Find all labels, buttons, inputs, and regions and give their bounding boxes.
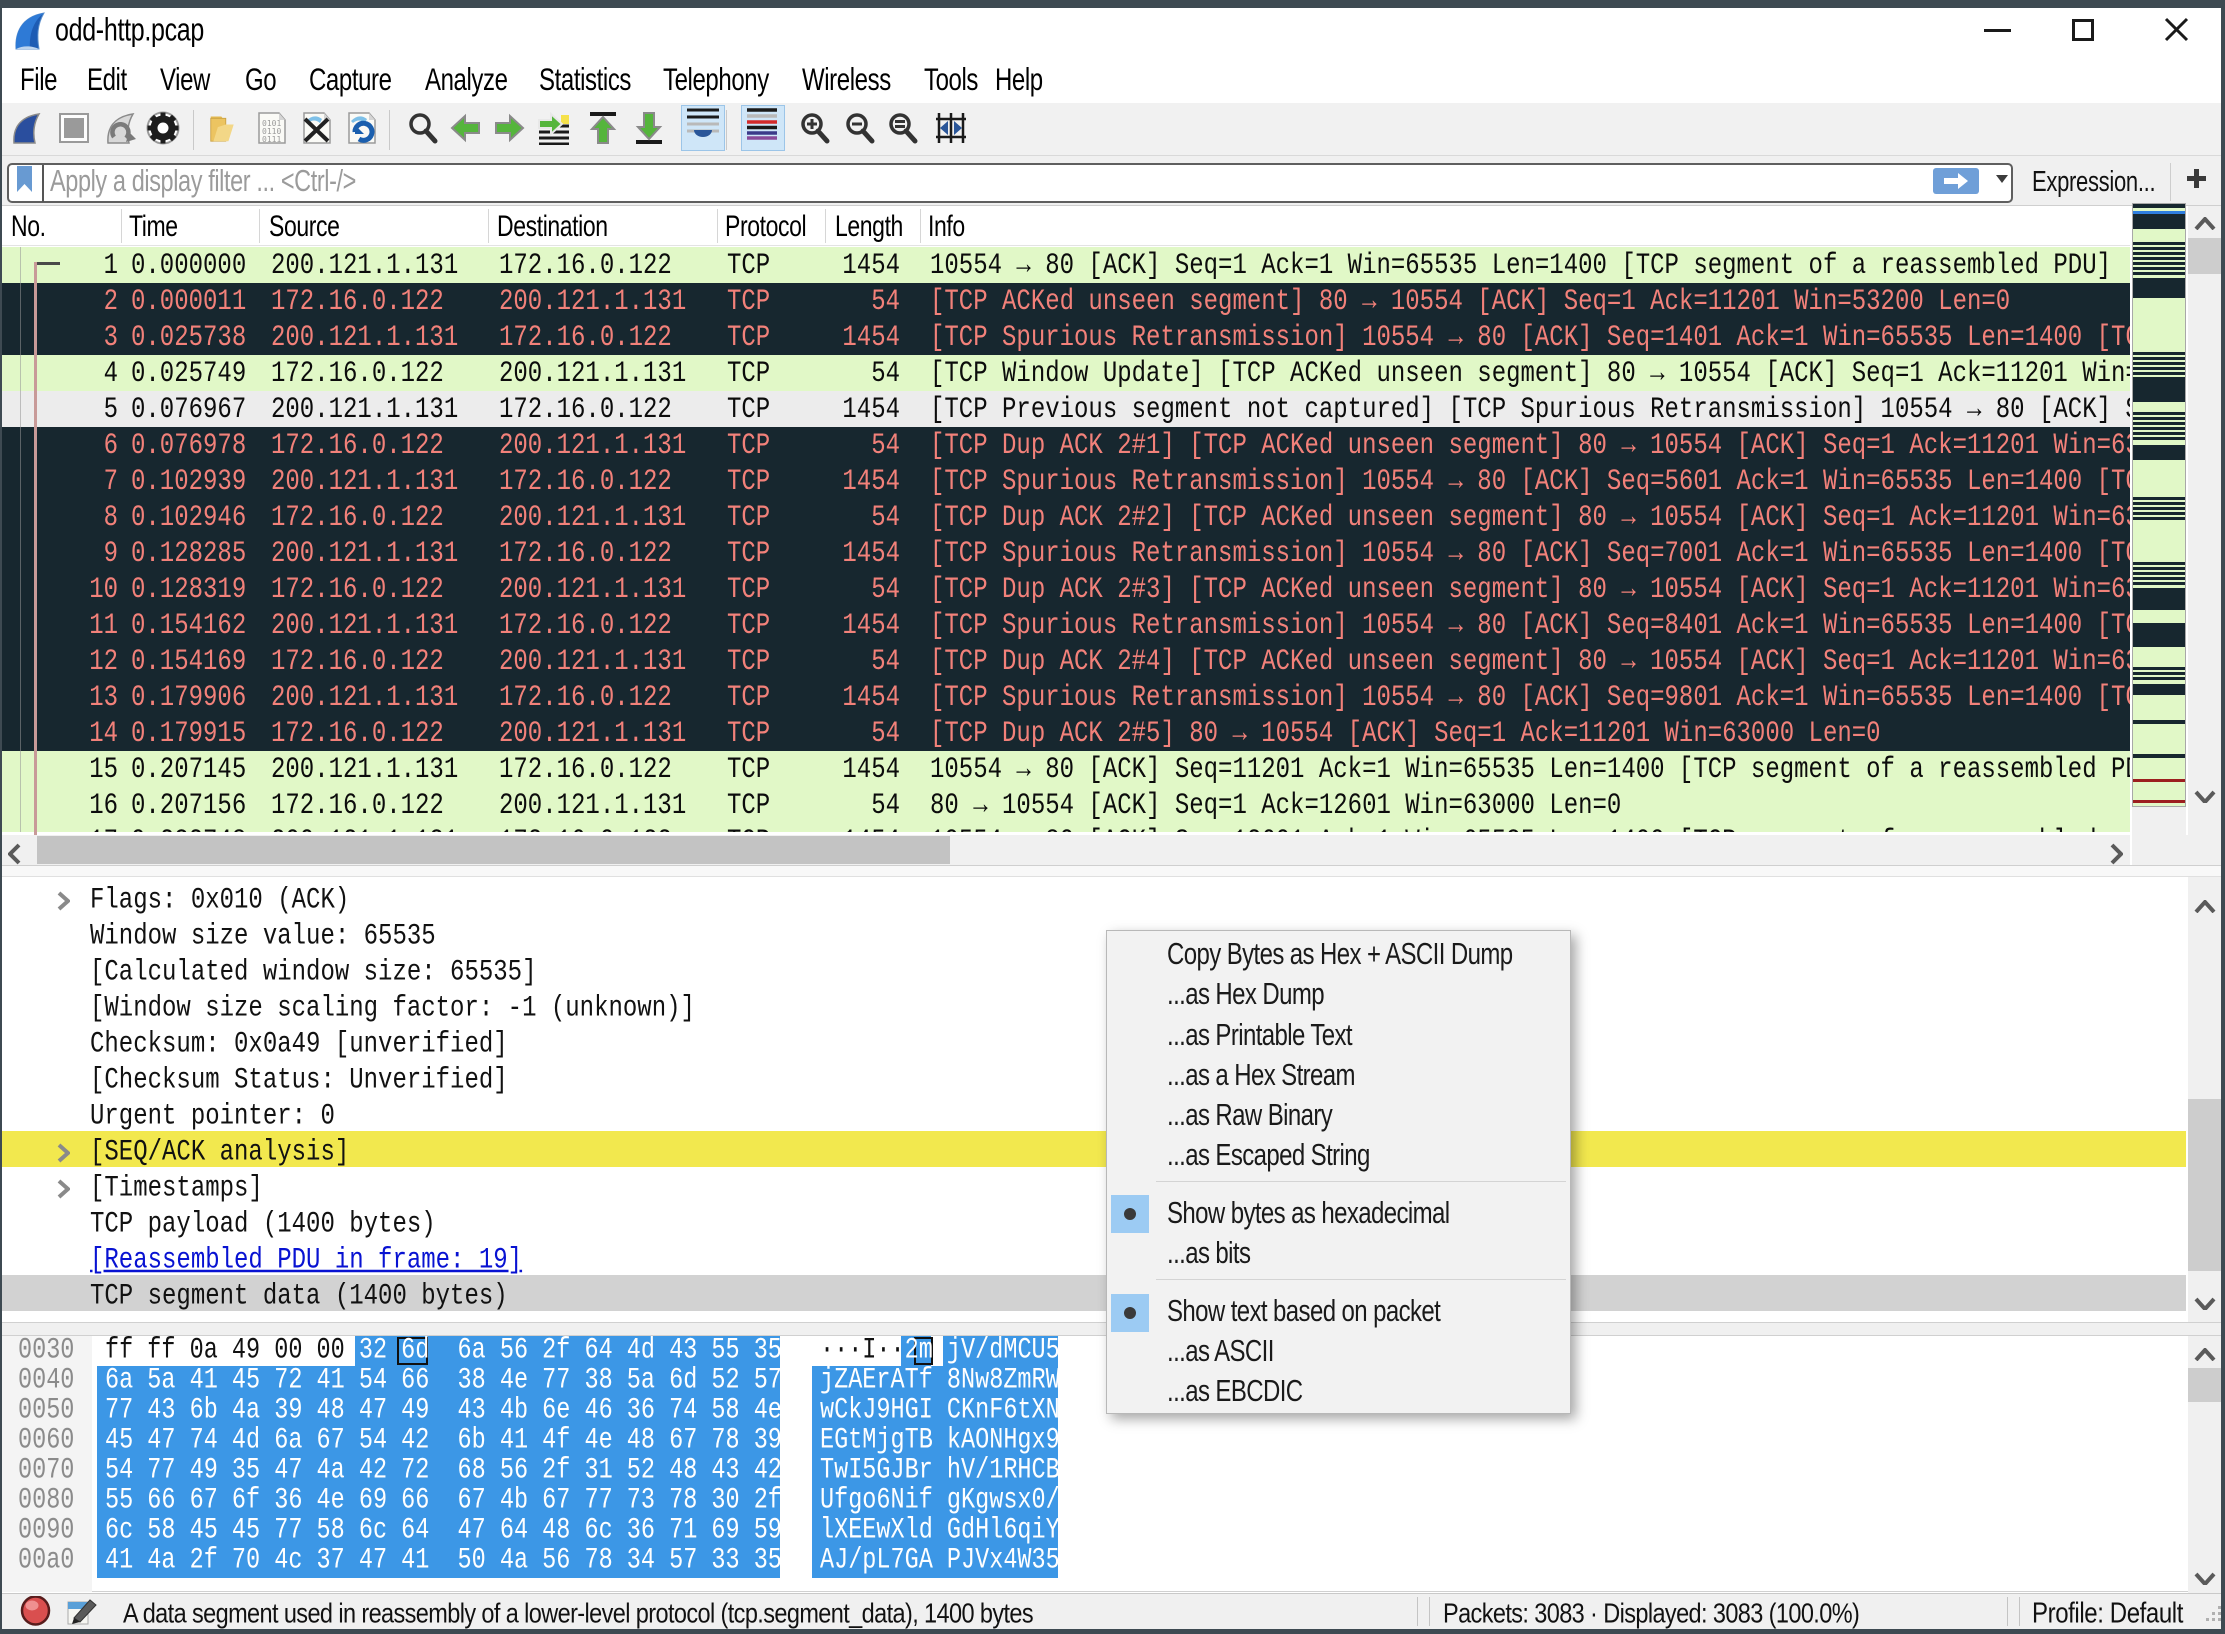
svg-text:0111: 0111 [262,135,281,144]
